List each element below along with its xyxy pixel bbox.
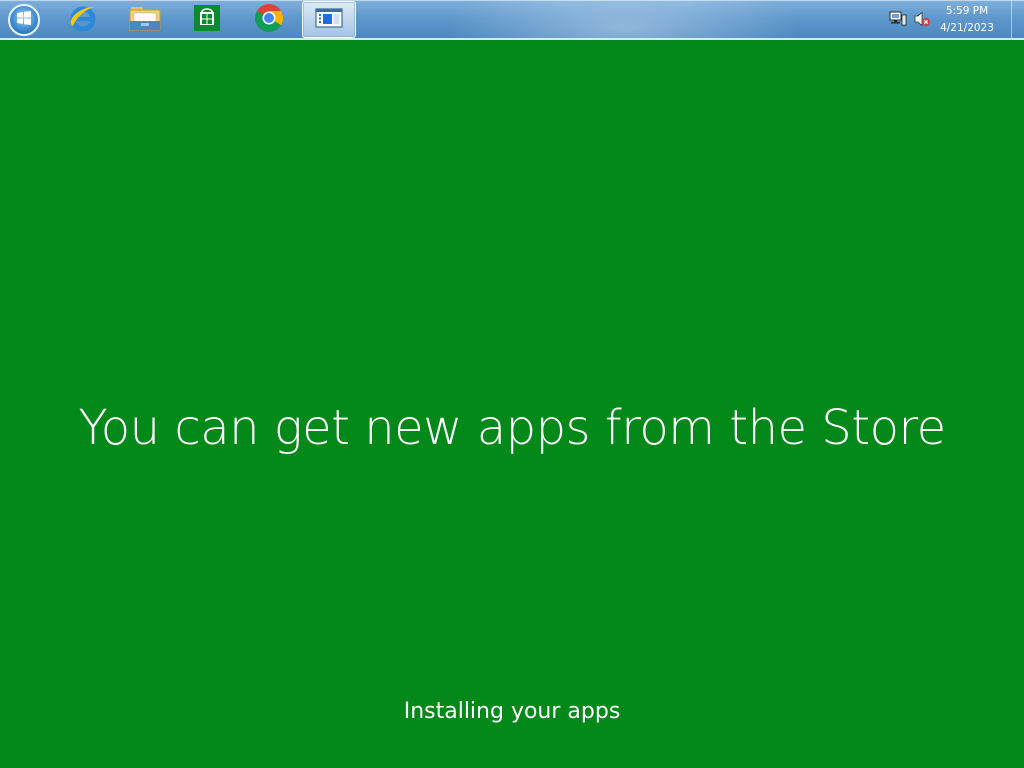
taskbar: 5:59 PM 4/21/2023 bbox=[0, 0, 1024, 40]
taskbar-store[interactable] bbox=[180, 1, 234, 38]
file-explorer-icon bbox=[128, 3, 162, 37]
chrome-icon bbox=[253, 2, 285, 38]
taskbar-internet-explorer[interactable] bbox=[56, 1, 110, 38]
start-button[interactable] bbox=[8, 4, 40, 36]
taskbar-file-explorer[interactable] bbox=[118, 1, 172, 38]
clock-date: 4/21/2023 bbox=[940, 22, 994, 34]
store-icon bbox=[192, 3, 222, 37]
status-text: Installing your apps bbox=[403, 699, 621, 724]
window-app-icon bbox=[315, 7, 343, 32]
taskbar-border bbox=[0, 38, 1024, 40]
taskbar-active-window[interactable] bbox=[302, 1, 356, 38]
internet-explorer-icon bbox=[67, 2, 99, 38]
headline: You can get new apps from the Store bbox=[78, 400, 946, 456]
taskbar-chrome[interactable] bbox=[242, 1, 296, 38]
windows-logo-icon bbox=[16, 10, 32, 30]
network-icon[interactable] bbox=[889, 11, 907, 27]
clock-time: 5:59 PM bbox=[945, 5, 989, 17]
show-desktop-button[interactable] bbox=[1011, 0, 1024, 38]
volume-muted-icon[interactable] bbox=[913, 11, 931, 27]
clock[interactable]: 5:59 PM 4/21/2023 bbox=[932, 3, 1002, 37]
